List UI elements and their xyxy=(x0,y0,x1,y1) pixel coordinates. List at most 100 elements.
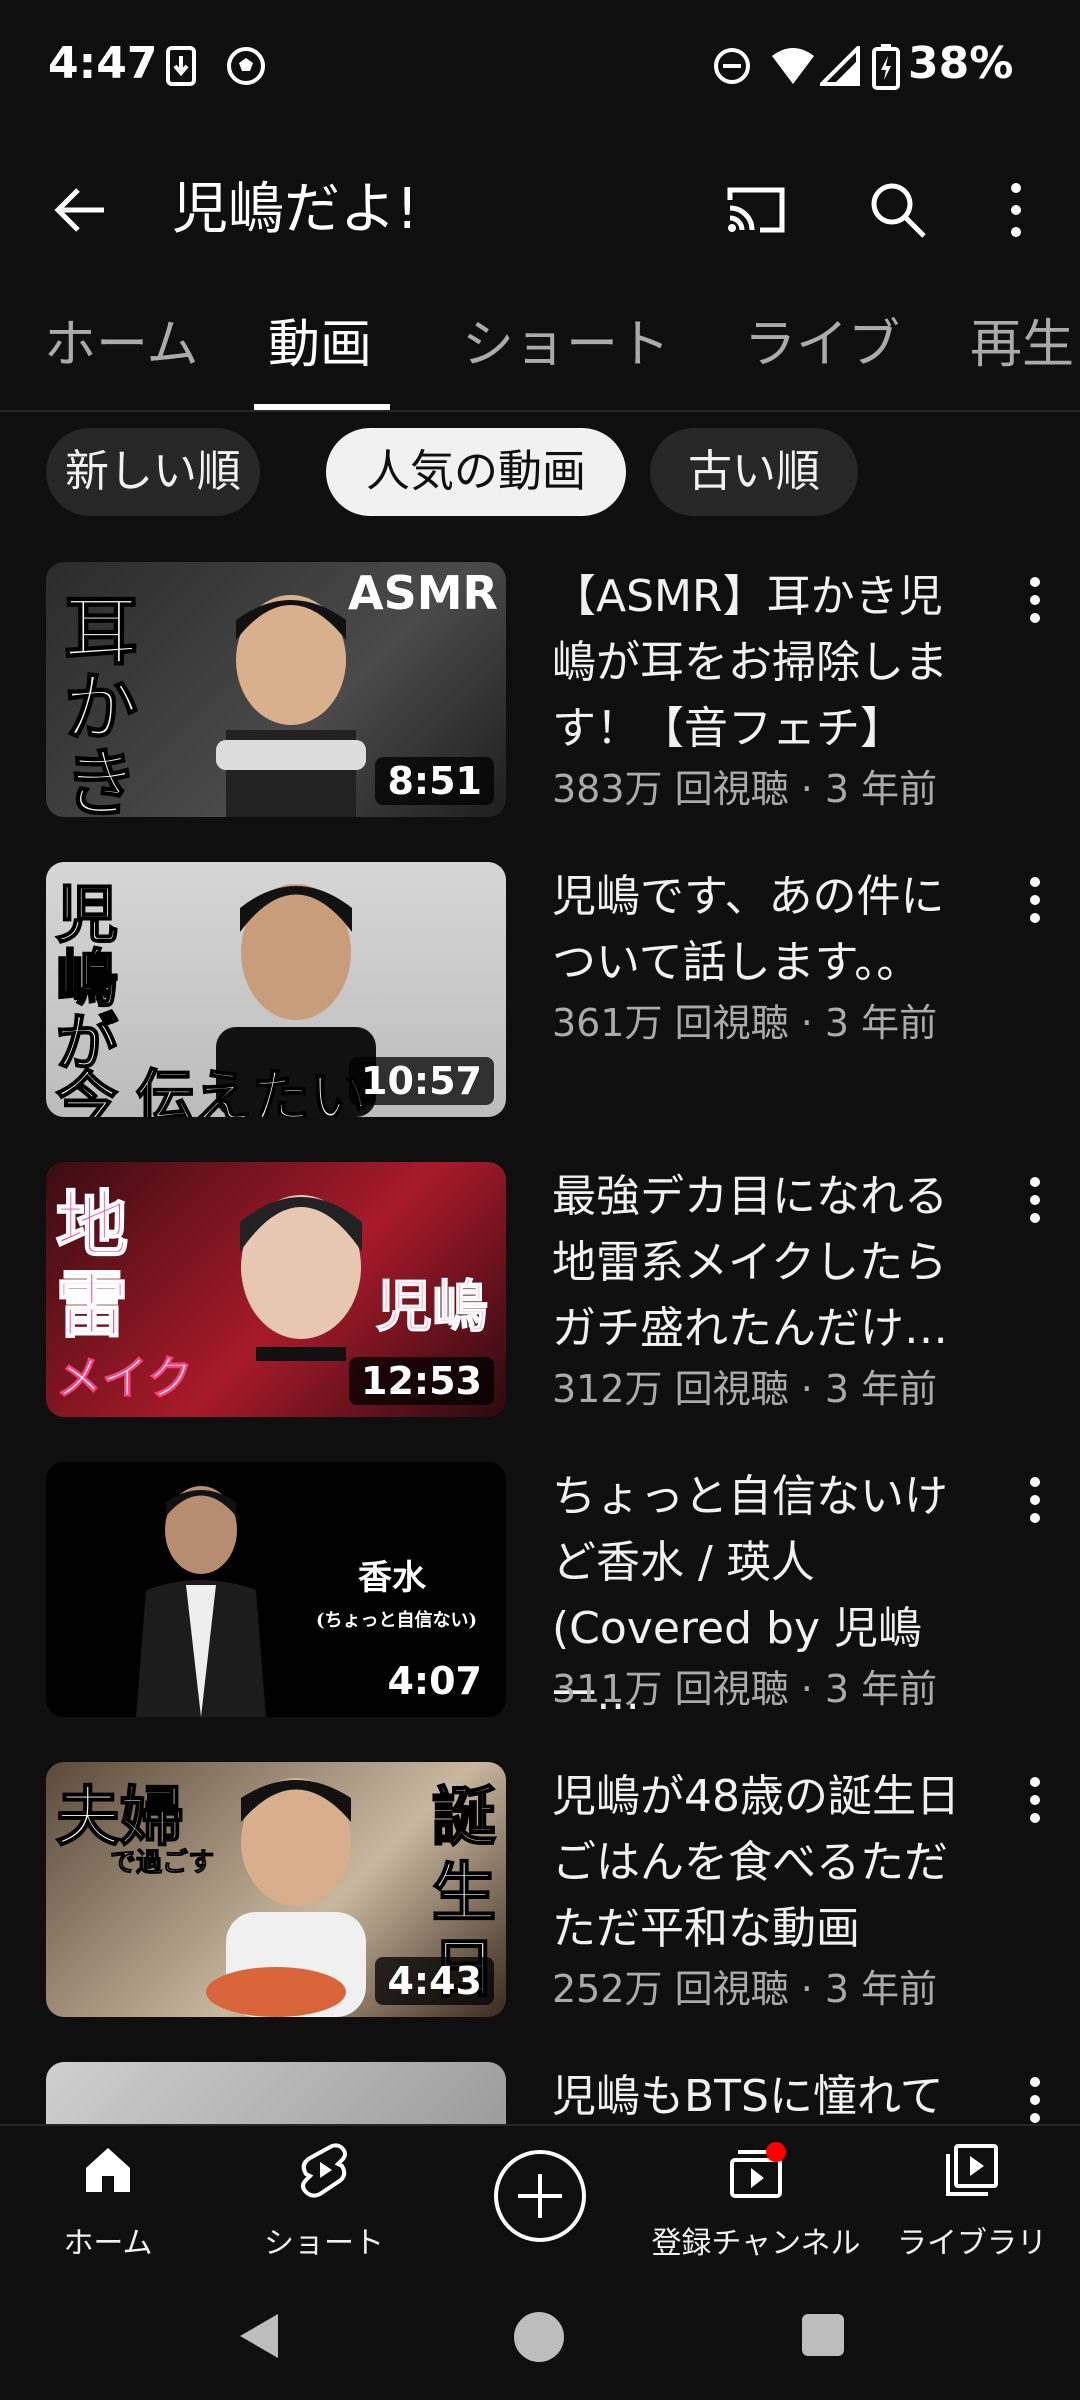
video-title[interactable]: 最強デカ目になれる地雷系メイクしたらガチ盛れたんだけ… xyxy=(552,1164,982,1362)
vertical-dots-icon xyxy=(1030,1477,1040,1523)
person-figure xyxy=(216,595,366,817)
video-duration: 12:53 xyxy=(349,1357,494,1405)
cast-button[interactable] xyxy=(716,170,796,250)
nav-home[interactable]: ホーム xyxy=(0,2126,216,2276)
video-item[interactable]: 夫婦 で過ごす 誕 生 日 4:43 児嶋が48歳の誕生日ごはんを食べるただただ… xyxy=(0,1762,1080,2022)
video-meta: 361万 回視聴 · 3 年前 xyxy=(552,1001,938,1045)
back-triangle-icon[interactable] xyxy=(234,2310,282,2362)
video-item[interactable]: 地 雷 メイク 児嶋 12:53 最強デカ目になれる地雷系メイクしたらガチ盛れた… xyxy=(0,1162,1080,1422)
cell-signal-icon xyxy=(820,46,860,86)
tab-videos[interactable]: 動画 xyxy=(268,290,372,410)
video-duration: 8:51 xyxy=(375,757,494,805)
home-circle-icon[interactable] xyxy=(512,2310,566,2364)
vertical-dots-icon xyxy=(1030,1777,1040,1823)
video-more-button[interactable] xyxy=(1010,2070,1060,2124)
video-item[interactable]: 児嶋もBTSに憧れて xyxy=(0,2062,1080,2124)
chip-popular[interactable]: 人気の動画 xyxy=(326,428,626,516)
arrow-left-icon xyxy=(54,188,104,232)
video-title[interactable]: 児嶋が48歳の誕生日ごはんを食べるただただ平和な動画 xyxy=(552,1764,982,1962)
thumb-text: 香水 xyxy=(358,1558,426,1598)
video-title[interactable]: 児嶋です、あの件について話します。。 xyxy=(552,864,982,996)
wifi-icon xyxy=(770,46,816,86)
nav-label: 登録チャンネル xyxy=(651,2226,861,2261)
video-duration: 4:43 xyxy=(375,1957,494,2005)
subscriptions-icon xyxy=(730,2142,786,2198)
video-item[interactable]: 香水 (ちょっと自信ない) 4:07 ちょっと自信ないけど香水 / 瑛人 (Co… xyxy=(0,1462,1080,1722)
do-not-disturb-icon xyxy=(712,46,752,86)
home-icon xyxy=(86,2148,130,2192)
tab-playlists[interactable]: 再生 xyxy=(970,290,1074,410)
nav-create[interactable] xyxy=(432,2126,648,2276)
video-meta: 311万 回視聴 · 3 年前 xyxy=(552,1667,938,1711)
video-item[interactable]: 耳 か き ASMR 8:51 【ASMR】耳かき児嶋が耳をお掃除します！【音フ… xyxy=(0,562,1080,822)
thumb-text: ASMR xyxy=(348,566,498,620)
thumb-text: 今 xyxy=(55,1063,119,1117)
back-button[interactable] xyxy=(44,170,124,250)
status-bar: 4:47 38% xyxy=(0,0,1080,135)
video-meta: 312万 回視聴 · 3 年前 xyxy=(552,1367,938,1411)
battery-charging-icon xyxy=(872,44,900,90)
soccer-ball-icon xyxy=(226,46,266,86)
video-title[interactable]: 児嶋もBTSに憧れて xyxy=(552,2064,982,2124)
video-duration: 4:07 xyxy=(375,1657,494,1705)
nav-subscriptions[interactable]: 登録チャンネル xyxy=(648,2126,864,2276)
search-icon xyxy=(871,183,926,238)
video-item[interactable]: 児 嶋 が 今 伝えたい 10:57 児嶋です、あの件について話します。。 36… xyxy=(0,862,1080,1122)
chip-newest[interactable]: 新しい順 xyxy=(46,428,260,516)
active-tab-indicator xyxy=(254,404,390,410)
nav-shorts[interactable]: ショート xyxy=(216,2126,432,2276)
channel-title: 児嶋だよ! xyxy=(172,177,419,242)
bottom-navigation: ホーム ショート 登録チャンネル ライブラリ xyxy=(0,2124,1080,2276)
video-thumbnail[interactable]: 香水 (ちょっと自信ない) 4:07 xyxy=(46,1462,506,1717)
create-plus-icon xyxy=(494,2150,586,2242)
video-thumbnail[interactable]: 地 雷 メイク 児嶋 12:53 xyxy=(46,1162,506,1417)
thumb-text: き xyxy=(63,740,139,817)
video-meta: 383万 回視聴 · 3 年前 xyxy=(552,767,938,811)
video-title[interactable]: 【ASMR】耳かき児嶋が耳をお掃除します！【音フェチ】 xyxy=(552,564,982,762)
nav-label: ショート xyxy=(264,2226,384,2261)
video-thumbnail[interactable]: 耳 か き ASMR 8:51 xyxy=(46,562,506,817)
vertical-dots-icon xyxy=(1030,2077,1040,2123)
system-navigation-bar xyxy=(0,2274,1080,2400)
search-button[interactable] xyxy=(858,170,938,250)
thumb-text: メイク xyxy=(55,1351,194,1406)
library-icon xyxy=(946,2144,998,2196)
nav-library[interactable]: ライブラリ xyxy=(864,2126,1080,2276)
tab-live[interactable]: ライブ xyxy=(744,290,900,410)
vertical-dots-icon xyxy=(1030,877,1040,923)
notification-dot xyxy=(766,2142,786,2162)
vertical-dots-icon xyxy=(1011,183,1021,237)
video-more-button[interactable] xyxy=(1010,570,1060,630)
status-time: 4:47 xyxy=(48,38,158,89)
thumb-text: 伝えたい xyxy=(135,1062,369,1117)
video-thumbnail[interactable]: 児 嶋 が 今 伝えたい 10:57 xyxy=(46,862,506,1117)
cast-icon xyxy=(727,187,785,233)
video-duration: 10:57 xyxy=(349,1057,494,1105)
video-more-button[interactable] xyxy=(1010,1770,1060,1830)
thumb-text: (ちょっと自信ない) xyxy=(316,1610,478,1631)
tab-home[interactable]: ホーム xyxy=(44,290,198,410)
nav-label: ホーム xyxy=(63,2226,153,2261)
thumb-text: 児嶋 xyxy=(376,1275,489,1341)
recents-square-icon[interactable] xyxy=(800,2312,846,2358)
battery-percent: 38% xyxy=(908,38,1014,89)
video-meta: 252万 回視聴 · 3 年前 xyxy=(552,1967,938,2011)
download-notification-icon xyxy=(166,46,196,86)
person-figure xyxy=(136,1486,266,1717)
tab-shorts[interactable]: ショート xyxy=(462,290,670,410)
channel-tabs: ホーム 動画 ショート ライブ 再生 xyxy=(0,290,1080,412)
thumb-text: 雷 xyxy=(55,1262,129,1348)
nav-label: ライブラリ xyxy=(897,2226,1047,2261)
video-more-button[interactable] xyxy=(1010,1470,1060,1530)
vertical-dots-icon xyxy=(1030,1177,1040,1223)
thumb-text: で過ごす xyxy=(109,1848,215,1879)
video-thumbnail[interactable] xyxy=(46,2062,506,2124)
shorts-icon xyxy=(301,2143,347,2198)
video-thumbnail[interactable]: 夫婦 で過ごす 誕 生 日 4:43 xyxy=(46,1762,506,2017)
video-more-button[interactable] xyxy=(1010,870,1060,930)
chip-oldest[interactable]: 古い順 xyxy=(650,428,858,516)
vertical-dots-icon xyxy=(1030,577,1040,623)
video-more-button[interactable] xyxy=(1010,1170,1060,1230)
more-options-button[interactable] xyxy=(976,170,1056,250)
person-figure xyxy=(206,1778,366,2017)
